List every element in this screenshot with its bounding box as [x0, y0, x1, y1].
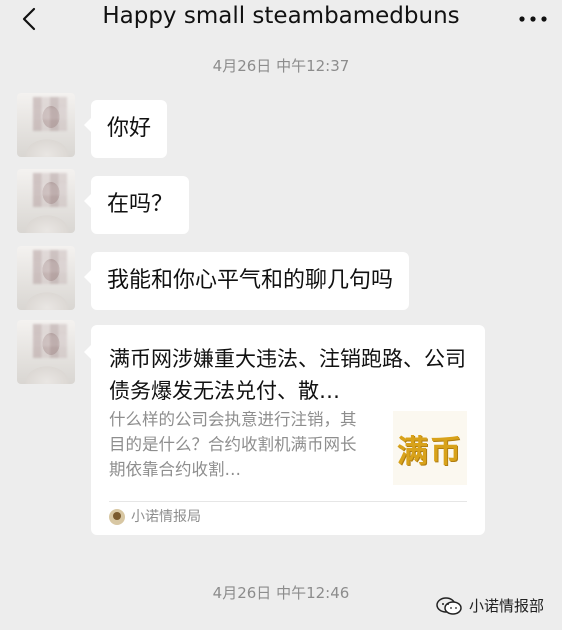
avatar[interactable] — [17, 169, 75, 233]
more-dots-icon[interactable] — [518, 14, 548, 24]
message-text: 在吗？ — [107, 192, 174, 217]
watermark: 小诺情报部 — [435, 595, 544, 616]
avatar[interactable] — [17, 246, 75, 310]
avatar[interactable] — [17, 93, 75, 157]
wechat-icon — [436, 596, 462, 615]
watermark-text: 小诺情报部 — [468, 597, 544, 615]
avatar[interactable] — [17, 320, 75, 384]
link-card-source: 小诺情报局 — [131, 509, 201, 525]
chat-header: Happy small steambamedbuns — [0, 0, 562, 40]
message-bubble[interactable]: 我能和你心平气和的聊几句吗 — [83, 252, 410, 310]
timestamp: 4月26日 中午12:37 — [212, 57, 350, 75]
message-text: 我能和你心平气和的聊几句吗 — [107, 268, 394, 293]
message-bubble[interactable]: 在吗？ — [83, 176, 190, 234]
link-card-thumbnail: 满币 — [393, 411, 467, 485]
link-card[interactable]: 满币网涉嫌重大违法、注销跑路、公司债务爆发无法兑付、散… 什么样的公司会执意进行… — [84, 325, 485, 535]
source-logo-icon — [109, 509, 125, 525]
link-card-description: 什么样的公司会执意进行注销，其目的是什么？合约收割机满币网长期依靠合约收割… — [109, 410, 357, 479]
message-text: 你好 — [107, 116, 152, 141]
divider — [109, 501, 467, 502]
chevron-left-icon[interactable] — [18, 7, 42, 31]
message-bubble[interactable]: 你好 — [83, 100, 168, 158]
chat-title: Happy small steambamedbuns — [102, 3, 460, 29]
link-card-title: 满币网涉嫌重大违法、注销跑路、公司债务爆发无法兑付、散… — [109, 347, 466, 403]
